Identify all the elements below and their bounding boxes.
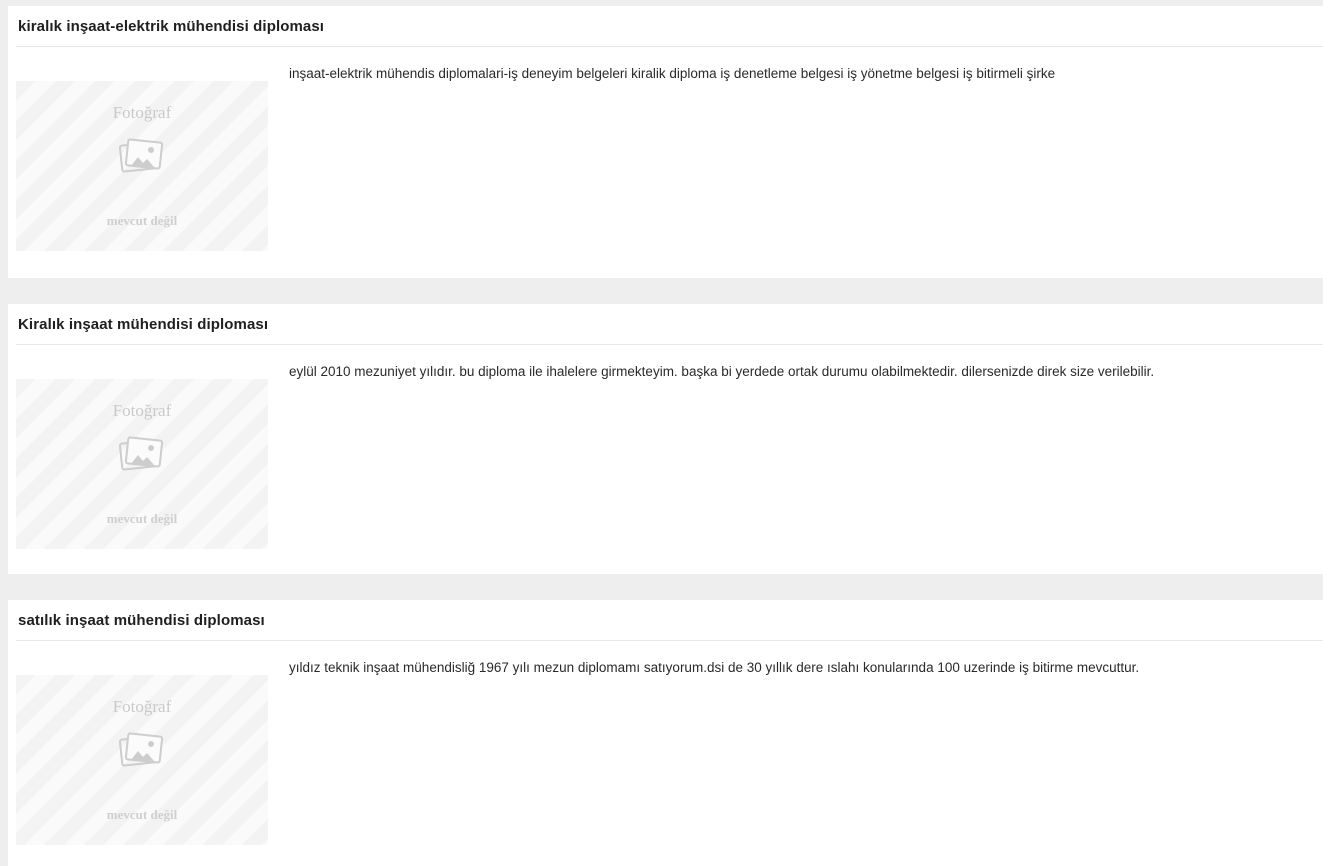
listing-title-link[interactable]: Kiralık inşaat mühendisi diploması <box>18 316 268 333</box>
listing-list: kiralık inşaat-elektrik mühendisi diplom… <box>0 0 1323 866</box>
photo-unavailable-sublabel: mevcut değil <box>106 807 178 822</box>
divider <box>16 640 1323 641</box>
image-placeholder-icon <box>118 138 164 173</box>
photo-unavailable-label: Fotoğraf <box>112 401 172 420</box>
listing-card: Kiralık inşaat mühendisi diploması Fotoğ… <box>8 304 1323 574</box>
image-placeholder-icon <box>118 732 164 767</box>
listing-title-link[interactable]: satılık inşaat mühendisi diploması <box>18 612 265 629</box>
listing-description: yıldız teknik inşaat mühendisliğ 1967 yı… <box>289 660 1140 675</box>
photo-placeholder[interactable]: Fotoğraf mevcut değil <box>16 675 268 845</box>
listing-description: eylül 2010 mezuniyet yılıdır. bu diploma… <box>289 364 1155 379</box>
listing-description: inşaat-elektrik mühendis diplomalari-iş … <box>289 66 1056 81</box>
listing-card: kiralık inşaat-elektrik mühendisi diplom… <box>8 6 1323 278</box>
listing-title-link[interactable]: kiralık inşaat-elektrik mühendisi diplom… <box>18 18 324 35</box>
photo-unavailable-label: Fotoğraf <box>112 697 172 716</box>
photo-unavailable-sublabel: mevcut değil <box>106 213 178 228</box>
divider <box>16 46 1323 47</box>
photo-placeholder[interactable]: Fotoğraf mevcut değil <box>16 379 268 549</box>
listing-card: satılık inşaat mühendisi diploması Fotoğ… <box>8 600 1323 866</box>
divider <box>16 344 1323 345</box>
photo-placeholder[interactable]: Fotoğraf mevcut değil <box>16 81 268 251</box>
photo-unavailable-sublabel: mevcut değil <box>106 511 178 526</box>
photo-unavailable-label: Fotoğraf <box>112 103 172 122</box>
image-placeholder-icon <box>118 436 164 471</box>
